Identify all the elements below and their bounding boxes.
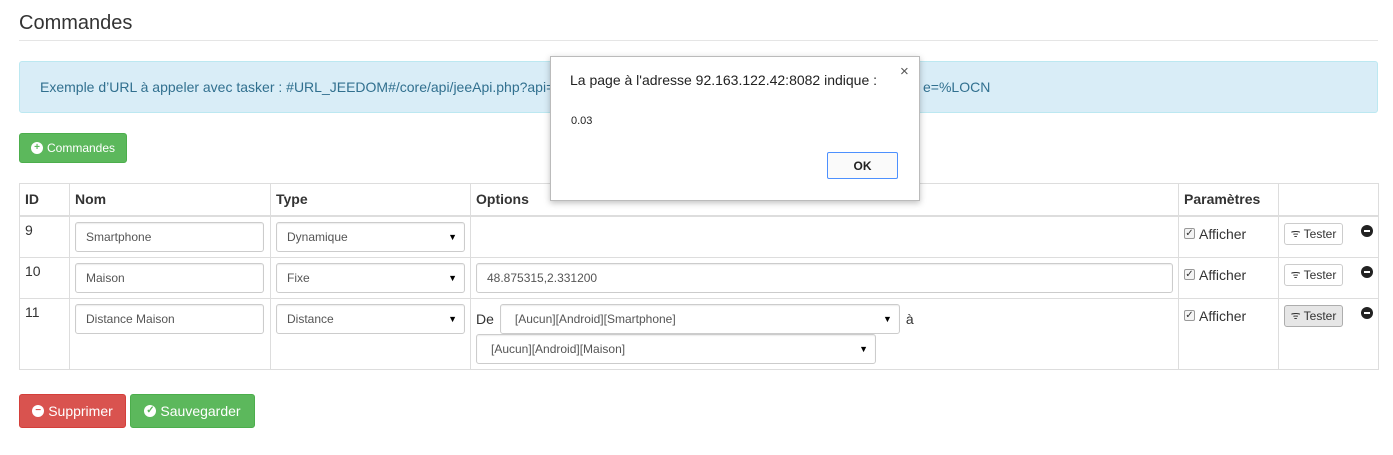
alert-dialog: La page à l'adresse 92.163.122.42:8082 i… — [550, 56, 920, 201]
from-label: De — [476, 310, 494, 327]
remove-command-icon[interactable] — [1361, 224, 1373, 237]
type-select[interactable]: Dynamique ▼ — [276, 221, 465, 252]
delete-button[interactable]: − Supprimer — [19, 394, 126, 428]
from-select[interactable]: [Aucun][Android][Smartphone] ▼ — [499, 303, 900, 334]
type-select-value: Distance — [287, 311, 334, 326]
caret-down-icon: ▼ — [448, 313, 457, 324]
caret-down-icon: ▼ — [448, 272, 457, 283]
test-label: Tester — [1303, 226, 1337, 241]
plus-circle-icon: + — [30, 142, 43, 154]
afficher-label: Afficher — [1199, 266, 1247, 283]
rss-icon: ᯤ — [1290, 269, 1301, 281]
save-button[interactable]: ✓ Sauvegarder — [130, 394, 255, 428]
add-command-label: Commandes — [46, 141, 116, 155]
caret-down-icon: ▼ — [448, 231, 457, 242]
ok-button[interactable]: OK — [827, 152, 898, 179]
afficher-checkbox[interactable]: ✓ Afficher — [1184, 267, 1273, 283]
table-row: 9 Smartphone Dynamique ▼ ✓ Afficher ᯤ Teste… — [19, 215, 1379, 258]
dialog-value: 0.03 — [571, 115, 593, 127]
cell-id: 11 — [19, 297, 70, 370]
test-label: Tester — [1303, 308, 1337, 323]
type-select[interactable]: Fixe ▼ — [276, 262, 465, 293]
check-circle-icon: ✓ — [144, 405, 157, 417]
close-icon[interactable]: × — [900, 63, 909, 80]
header-parametres: Paramètres — [1178, 183, 1279, 217]
remove-command-icon[interactable] — [1361, 265, 1373, 278]
test-button[interactable]: ᯤ Tester — [1284, 304, 1343, 327]
save-label: Sauvegarder — [160, 403, 241, 419]
from-select-value: [Aucun][Android][Smartphone] — [514, 311, 676, 326]
header-actions — [1278, 183, 1379, 217]
type-select-value: Dynamique — [287, 229, 348, 244]
type-select-value: Fixe — [287, 270, 310, 285]
to-label: à — [905, 310, 914, 327]
rss-icon: ᯤ — [1290, 310, 1301, 322]
name-input[interactable]: Distance Maison — [75, 303, 264, 334]
test-label: Tester — [1303, 267, 1337, 282]
minus-circle-icon: − — [32, 405, 45, 417]
check-icon: ✓ — [1184, 269, 1195, 280]
caret-down-icon: ▼ — [882, 313, 892, 324]
to-select[interactable]: [Aucun][Android][Maison] ▼ — [476, 333, 876, 364]
check-icon: ✓ — [1184, 228, 1195, 239]
header-nom: Nom — [69, 183, 271, 217]
afficher-checkbox[interactable]: ✓ Afficher — [1184, 308, 1273, 324]
to-select-value: [Aucun][Android][Maison] — [491, 341, 626, 356]
rss-icon: ᯤ — [1290, 228, 1301, 240]
cell-id: 10 — [19, 256, 70, 299]
header-id: ID — [19, 183, 70, 217]
dialog-message: La page à l'adresse 92.163.122.42:8082 i… — [570, 72, 878, 88]
test-button[interactable]: ᯤ Tester — [1284, 263, 1343, 286]
table-row: 11 Distance Maison Distance ▼ De [Aucun][… — [19, 297, 1379, 370]
options-cell — [470, 215, 1179, 258]
check-icon: ✓ — [1184, 310, 1195, 321]
delete-label: Supprimer — [48, 403, 113, 419]
add-command-button[interactable]: + Commandes — [19, 133, 127, 163]
afficher-label: Afficher — [1199, 225, 1247, 242]
table-row: 10 Maison Fixe ▼ 48.875315,2.331200 ✓ Affi… — [19, 256, 1379, 299]
type-select[interactable]: Distance ▼ — [276, 303, 465, 334]
name-input[interactable]: Maison — [75, 262, 264, 293]
header-type: Type — [270, 183, 471, 217]
info-url-text: Exemple d’URL à appeler avec tasker : #U… — [40, 79, 555, 95]
commands-table: ID Nom Type Options Paramètres 9 Smartph… — [19, 183, 1379, 370]
caret-down-icon: ▼ — [859, 343, 868, 354]
test-button[interactable]: ᯤ Tester — [1284, 222, 1343, 245]
afficher-label: Afficher — [1199, 307, 1247, 324]
coordinates-input[interactable]: 48.875315,2.331200 — [476, 262, 1173, 293]
name-input[interactable]: Smartphone — [75, 221, 264, 252]
divider — [19, 40, 1378, 41]
remove-command-icon[interactable] — [1361, 306, 1373, 319]
info-url-text-tail: e=%LOCN — [923, 79, 991, 95]
afficher-checkbox[interactable]: ✓ Afficher — [1184, 226, 1273, 242]
cell-id: 9 — [19, 215, 70, 258]
page-title: Commandes — [19, 12, 133, 34]
